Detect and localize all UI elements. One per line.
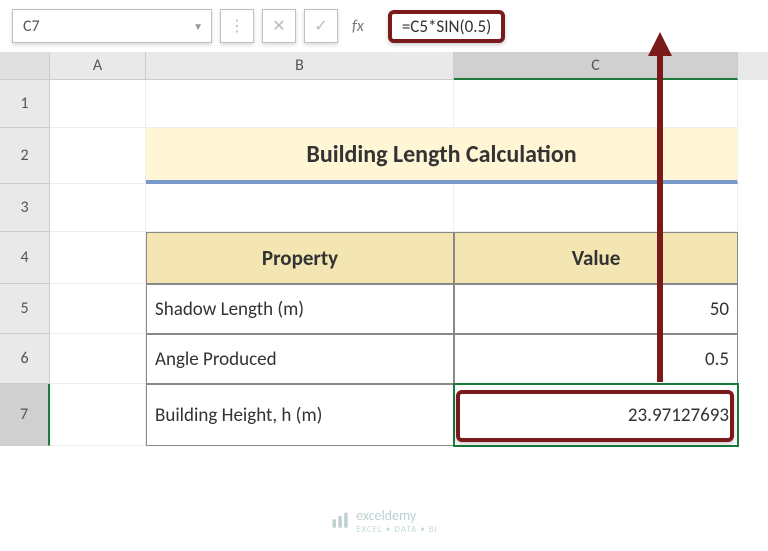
column-header-a[interactable]: A xyxy=(50,52,146,80)
fx-label[interactable]: fx xyxy=(352,17,364,36)
row-header-2[interactable]: 2 xyxy=(0,128,50,184)
cell-a6[interactable] xyxy=(50,334,146,384)
watermark-icon xyxy=(330,511,350,531)
select-all-corner[interactable] xyxy=(0,52,50,80)
column-header-b[interactable]: B xyxy=(146,52,454,80)
row-6: 6 Angle Produced 0.5 xyxy=(0,334,768,384)
cell-a2[interactable] xyxy=(50,128,146,184)
cell-c5[interactable]: 50 xyxy=(454,284,738,334)
title-cell[interactable]: Building Length Calculation xyxy=(146,128,738,184)
watermark-name: exceldemy xyxy=(356,507,416,524)
cell-reference: C7 xyxy=(23,17,40,36)
formula-text: =C5*SIN(0.5) xyxy=(388,10,506,43)
row-header-7[interactable]: 7 xyxy=(0,384,50,446)
formula-expand-button[interactable]: ⋮ xyxy=(220,9,254,43)
table-header-property[interactable]: Property xyxy=(146,232,454,284)
cell-c6[interactable]: 0.5 xyxy=(454,334,738,384)
cell-a7[interactable] xyxy=(50,384,146,446)
row-7: 7 Building Height, h (m) 23.97127693 xyxy=(0,384,768,446)
cell-b5[interactable]: Shadow Length (m) xyxy=(146,284,454,334)
row-header-1[interactable]: 1 xyxy=(0,80,50,128)
row-5: 5 Shadow Length (m) 50 xyxy=(0,284,768,334)
cell-c1[interactable] xyxy=(454,80,738,128)
cell-a1[interactable] xyxy=(50,80,146,128)
formula-input[interactable]: =C5*SIN(0.5) xyxy=(378,9,756,43)
formula-bar: C7 ▼ ⋮ ✕ ✓ fx =C5*SIN(0.5) xyxy=(0,0,768,52)
cell-b7[interactable]: Building Height, h (m) xyxy=(146,384,454,446)
watermark-tagline: EXCEL • DATA • BI xyxy=(356,524,438,535)
row-header-5[interactable]: 5 xyxy=(0,284,50,334)
table-header-value[interactable]: Value xyxy=(454,232,738,284)
enter-icon[interactable]: ✓ xyxy=(304,9,338,43)
cell-a4[interactable] xyxy=(50,232,146,284)
name-box[interactable]: C7 ▼ xyxy=(12,9,212,43)
cell-a5[interactable] xyxy=(50,284,146,334)
cell-c3[interactable] xyxy=(454,184,738,232)
cell-b1[interactable] xyxy=(146,80,454,128)
row-header-6[interactable]: 6 xyxy=(0,334,50,384)
cancel-icon[interactable]: ✕ xyxy=(262,9,296,43)
spreadsheet-grid: A B C 1 2 Building Length Calculation 3 … xyxy=(0,52,768,446)
row-header-4[interactable]: 4 xyxy=(0,232,50,284)
row-1: 1 xyxy=(0,80,768,128)
cell-c7[interactable]: 23.97127693 xyxy=(454,384,738,446)
column-header-c[interactable]: C xyxy=(454,52,738,80)
row-3: 3 xyxy=(0,184,768,232)
row-header-3[interactable]: 3 xyxy=(0,184,50,232)
cell-a3[interactable] xyxy=(50,184,146,232)
cell-b6[interactable]: Angle Produced xyxy=(146,334,454,384)
chevron-down-icon[interactable]: ▼ xyxy=(193,20,203,33)
column-headers: A B C xyxy=(0,52,768,80)
watermark: exceldemy EXCEL • DATA • BI xyxy=(330,507,438,535)
row-2: 2 Building Length Calculation xyxy=(0,128,768,184)
row-4: 4 Property Value xyxy=(0,232,768,284)
cell-b3[interactable] xyxy=(146,184,454,232)
